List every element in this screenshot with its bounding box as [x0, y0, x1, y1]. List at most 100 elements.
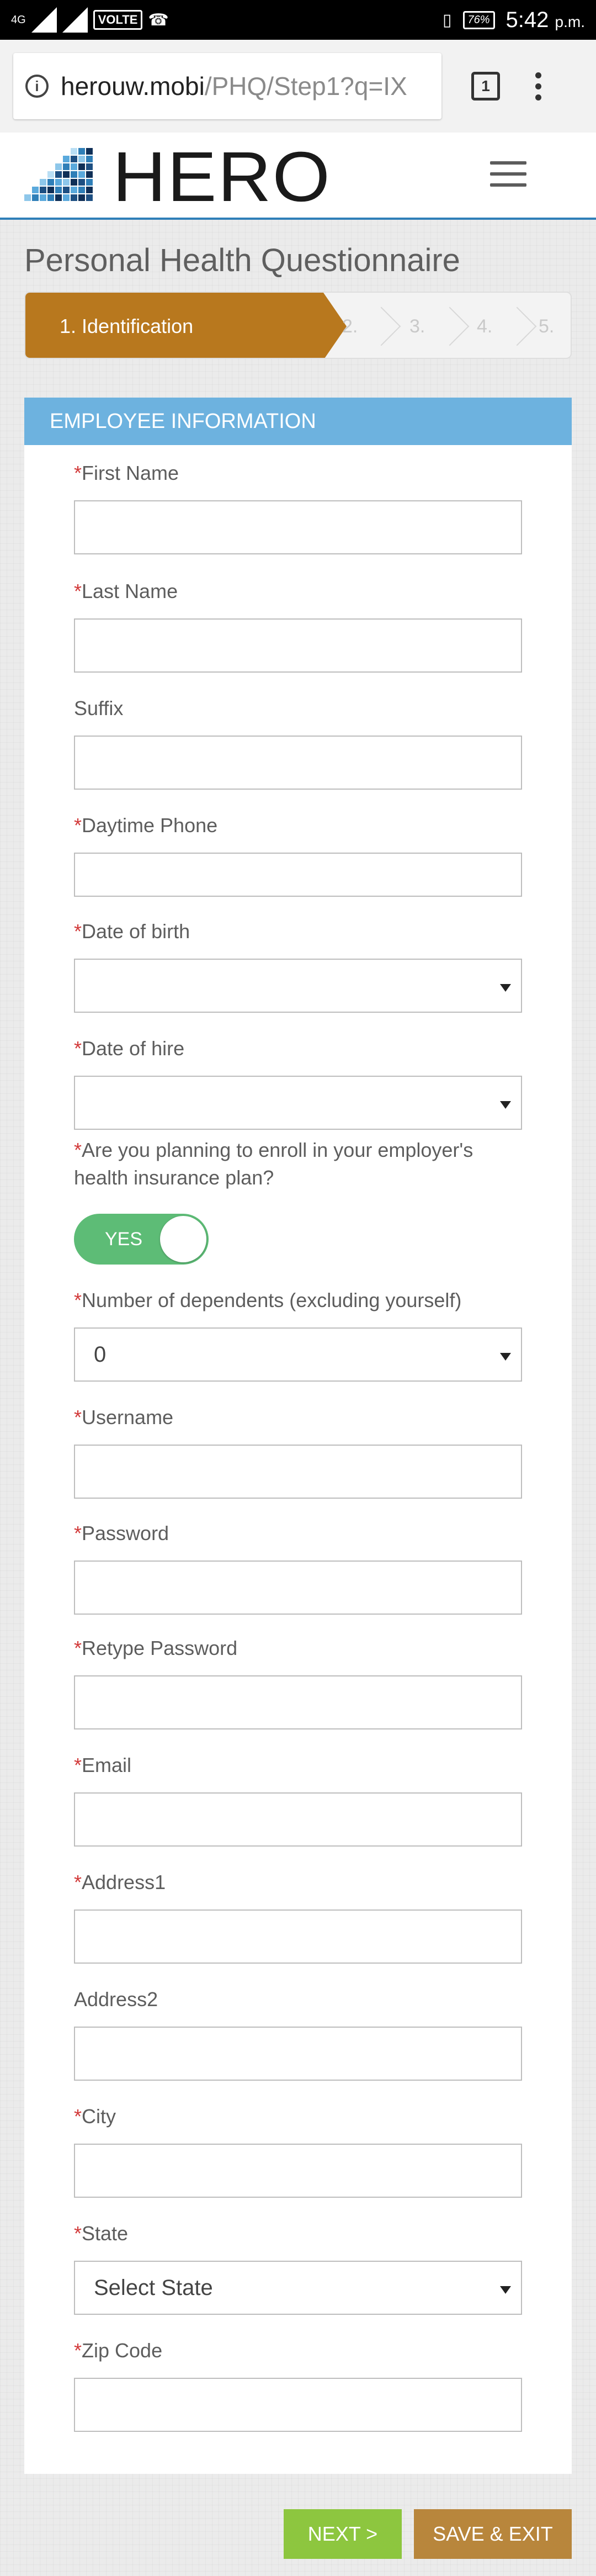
- dropdown-caret-icon: [500, 1353, 511, 1361]
- page-title: Personal Health Questionnaire: [24, 242, 460, 278]
- address1-field[interactable]: [74, 1909, 522, 1964]
- info-icon[interactable]: i: [25, 75, 49, 98]
- first-name-field[interactable]: [74, 500, 522, 554]
- logo-mosaic-icon: [24, 148, 93, 201]
- date-of-hire-select[interactable]: [74, 1076, 522, 1130]
- email-label: *Email: [74, 1752, 131, 1779]
- step-separator: [497, 306, 537, 346]
- date-of-birth-label: *Date of birth: [74, 918, 190, 945]
- required-mark: *: [74, 2222, 82, 2245]
- status-right: ▯ 76% 5:42 p.m.: [443, 8, 585, 33]
- label-text: Address1: [82, 1871, 166, 1893]
- state-select[interactable]: Select State: [74, 2261, 522, 2315]
- status-left: 4G VOLTE ☎: [11, 7, 169, 33]
- address-bar[interactable]: i herouw.mobi/PHQ/Step1?q=IX: [13, 53, 441, 119]
- required-mark: *: [74, 920, 82, 943]
- label-text: Number of dependents (excluding yourself…: [82, 1289, 462, 1311]
- required-mark: *: [74, 2105, 82, 2128]
- step-4[interactable]: 4.: [477, 293, 492, 358]
- url-host: herouw.mobi: [61, 72, 205, 100]
- label-text: City: [82, 2105, 116, 2128]
- hamburger-menu-icon[interactable]: [490, 161, 526, 187]
- last-name-field[interactable]: [74, 618, 522, 673]
- required-mark: *: [74, 1871, 82, 1893]
- required-mark: *: [74, 1037, 82, 1060]
- browser-menu-icon[interactable]: [535, 72, 541, 100]
- daytime-phone-label: *Daytime Phone: [74, 812, 217, 839]
- enroll-question-label: *Are you planning to enroll in your empl…: [74, 1136, 473, 1192]
- dropdown-caret-icon: [500, 1101, 511, 1109]
- enroll-toggle[interactable]: YES: [74, 1214, 209, 1265]
- volte-badge: VOLTE: [93, 10, 143, 30]
- dropdown-caret-icon: [500, 984, 511, 992]
- select-value: 0: [94, 1342, 107, 1367]
- password-field[interactable]: [74, 1561, 522, 1615]
- required-mark: *: [74, 1754, 82, 1776]
- city-label: *City: [74, 2103, 116, 2130]
- section-header: EMPLOYEE INFORMATION: [24, 398, 572, 445]
- url-path: /PHQ/Step1?q=IX: [204, 72, 407, 100]
- city-field[interactable]: [74, 2144, 522, 2198]
- label-text: Daytime Phone: [82, 814, 218, 837]
- suffix-label: Suffix: [74, 695, 123, 722]
- clock: 5:42 p.m.: [506, 8, 585, 33]
- toggle-label: YES: [105, 1228, 143, 1250]
- step-separator: [430, 306, 470, 346]
- label-text: Are you planning to enroll in your emplo…: [82, 1139, 473, 1161]
- suffix-field[interactable]: [74, 736, 522, 790]
- step-3[interactable]: 3.: [409, 293, 425, 358]
- last-name-label: *Last Name: [74, 578, 178, 605]
- date-of-birth-select[interactable]: [74, 959, 522, 1013]
- required-mark: *: [74, 1637, 82, 1659]
- retype-password-field[interactable]: [74, 1675, 522, 1729]
- dependents-label: *Number of dependents (excluding yoursel…: [74, 1287, 461, 1314]
- address2-label: Address2: [74, 1986, 158, 2013]
- email-field[interactable]: [74, 1792, 522, 1847]
- status-bar: 4G VOLTE ☎ ▯ 76% 5:42 p.m.: [0, 0, 596, 40]
- clock-time: 5:42: [505, 7, 549, 32]
- label-text: Last Name: [82, 580, 178, 602]
- network-type: 4G: [11, 14, 26, 26]
- tab-switcher-button[interactable]: 1: [471, 72, 500, 100]
- required-mark: *: [74, 1139, 82, 1161]
- step-1-identification[interactable]: 1. Identification: [25, 293, 323, 358]
- password-label: *Password: [74, 1520, 169, 1547]
- label-text: Zip Code: [82, 2339, 163, 2362]
- retype-password-label: *Retype Password: [74, 1635, 237, 1662]
- required-mark: *: [74, 580, 82, 602]
- step-2[interactable]: 2.: [342, 293, 358, 358]
- required-mark: *: [74, 1289, 82, 1311]
- required-mark: *: [74, 1406, 82, 1429]
- browser-toolbar: i herouw.mobi/PHQ/Step1?q=IX 1: [0, 40, 596, 133]
- battery-icon: 76%: [462, 10, 495, 29]
- label-text: Username: [82, 1406, 174, 1429]
- step-5[interactable]: 5.: [539, 293, 554, 358]
- daytime-phone-field[interactable]: [74, 853, 522, 897]
- toggle-knob: [160, 1216, 206, 1262]
- address1-label: *Address1: [74, 1869, 166, 1896]
- label-text: Password: [82, 1522, 169, 1544]
- label-text: Address2: [74, 1988, 158, 2011]
- signal-icon-2: [62, 7, 88, 33]
- hero-logo[interactable]: HERO: [24, 142, 333, 209]
- label-text: Email: [82, 1754, 132, 1776]
- zip-code-field[interactable]: [74, 2378, 522, 2432]
- required-mark: *: [74, 2339, 82, 2362]
- employee-info-form: EMPLOYEE INFORMATION *First Name *Last N…: [24, 398, 572, 2474]
- label-text: Date of hire: [82, 1037, 185, 1060]
- required-mark: *: [74, 462, 82, 484]
- vibrate-icon: ▯: [443, 10, 452, 29]
- zip-code-label: *Zip Code: [74, 2337, 162, 2365]
- required-mark: *: [74, 814, 82, 837]
- label-text: Date of birth: [82, 920, 190, 943]
- signal-icon: [31, 7, 57, 33]
- next-button[interactable]: NEXT >: [284, 2509, 402, 2559]
- step-separator: [361, 306, 401, 346]
- clock-ampm: p.m.: [555, 13, 585, 30]
- dependents-select[interactable]: 0: [74, 1327, 522, 1382]
- address2-field[interactable]: [74, 2027, 522, 2081]
- site-header: HERO: [0, 133, 596, 220]
- username-field[interactable]: [74, 1445, 522, 1499]
- save-and-exit-button[interactable]: SAVE & EXIT: [414, 2509, 572, 2559]
- required-mark: *: [74, 1522, 82, 1544]
